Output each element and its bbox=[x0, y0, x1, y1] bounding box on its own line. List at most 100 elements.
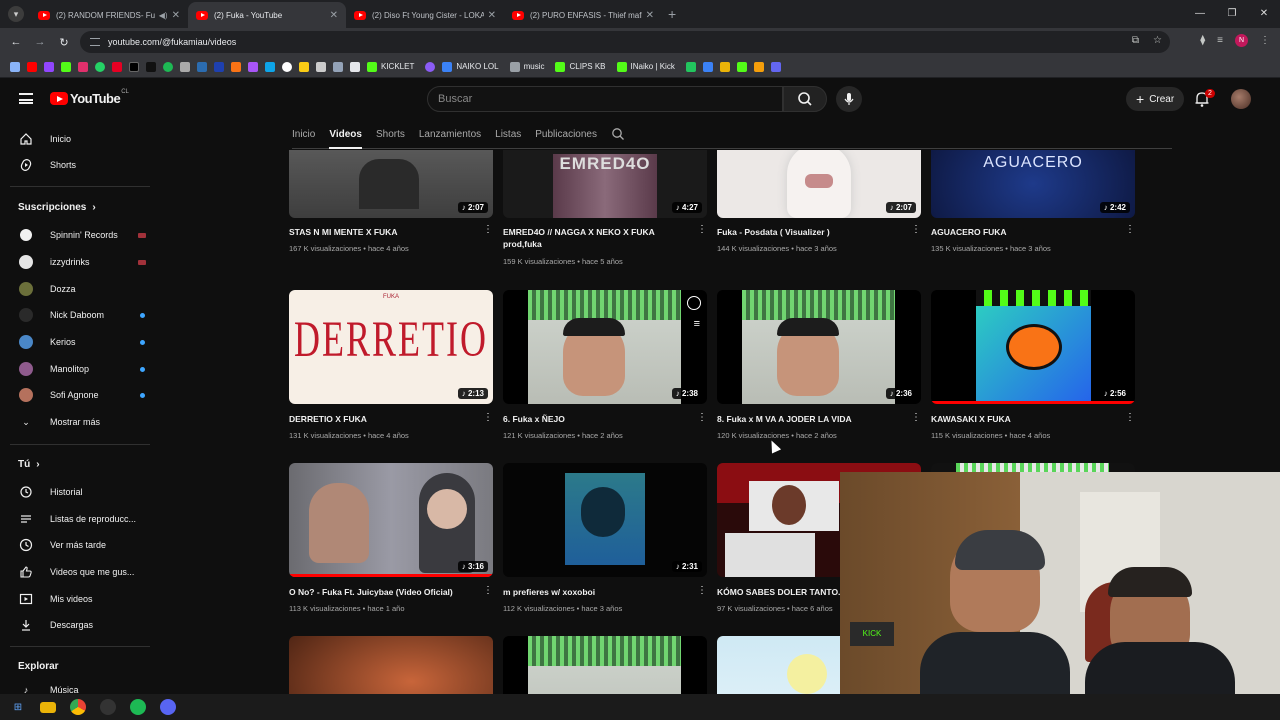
sidebar-item-subscription[interactable]: Kerios bbox=[10, 329, 150, 355]
search-input[interactable]: Buscar bbox=[427, 86, 783, 112]
bookmark-inaiko-kick[interactable]: INaiko | Kick bbox=[616, 61, 675, 72]
video-title[interactable]: STAS N MI MENTE X FUKA bbox=[289, 226, 479, 238]
file-explorer-icon[interactable] bbox=[40, 701, 56, 713]
tab-lanzamientos[interactable]: Lanzamientos bbox=[419, 129, 481, 140]
search-button[interactable] bbox=[783, 86, 827, 112]
video-card[interactable]: ♪ 2:36 bbox=[717, 290, 921, 404]
watch-later-icon[interactable] bbox=[687, 296, 701, 310]
more-actions-icon[interactable]: ⋮ bbox=[483, 586, 493, 596]
more-actions-icon[interactable]: ⋮ bbox=[911, 413, 921, 423]
video-title[interactable]: 8. Fuka x M VA A JODER LA VIDA bbox=[717, 413, 907, 425]
bookmark-icon[interactable] bbox=[248, 61, 258, 72]
video-thumbnail[interactable] bbox=[289, 636, 493, 694]
bookmark-icon[interactable] bbox=[350, 61, 360, 72]
discord-taskbar-icon[interactable] bbox=[160, 699, 176, 715]
menu-icon[interactable] bbox=[19, 93, 33, 104]
more-actions-icon[interactable]: ⋮ bbox=[697, 413, 707, 423]
you-heading[interactable]: Tú › bbox=[18, 459, 40, 470]
video-card[interactable]: FUKA DERRETIO ♪ 2:13 bbox=[289, 290, 493, 404]
video-card[interactable]: EMRED4O ♪ 4:27 bbox=[503, 150, 707, 218]
video-card[interactable] bbox=[289, 636, 493, 694]
more-actions-icon[interactable]: ⋮ bbox=[483, 413, 493, 423]
twitch-bookmark-icon[interactable] bbox=[44, 61, 54, 72]
bookmark-icon[interactable] bbox=[197, 61, 207, 72]
video-card[interactable]: ♪ 2:07 bbox=[717, 150, 921, 218]
bookmark-icon[interactable] bbox=[265, 61, 275, 72]
more-actions-icon[interactable]: ⋮ bbox=[697, 225, 707, 235]
video-title[interactable]: 6. Fuka x ÑEJO bbox=[503, 413, 693, 425]
more-actions-icon[interactable]: ⋮ bbox=[1125, 413, 1135, 423]
bookmark-icon[interactable] bbox=[753, 61, 764, 72]
bookmark-icon[interactable] bbox=[685, 61, 696, 72]
x-bookmark-icon[interactable] bbox=[129, 61, 139, 72]
video-thumbnail[interactable]: FUKA DERRETIO ♪ 2:13 bbox=[289, 290, 493, 404]
video-thumbnail[interactable]: ♪ 2:56 bbox=[931, 290, 1135, 404]
video-title[interactable]: O No? - Fuka Ft. Juicybae (Video Oficial… bbox=[289, 586, 479, 598]
video-card[interactable]: ♪ 3:16 bbox=[289, 463, 493, 577]
bookmark-clips-kb[interactable]: CLIPS KB bbox=[555, 61, 606, 72]
instagram-bookmark-icon[interactable] bbox=[78, 61, 88, 72]
pin-bookmark-icon[interactable] bbox=[112, 61, 122, 72]
bookmark-icon[interactable] bbox=[299, 61, 309, 72]
sidebar-item-subscription[interactable]: Spinnin' Records bbox=[10, 222, 150, 248]
video-thumbnail[interactable]: ♪ 2:31 bbox=[503, 463, 707, 577]
bookmark-icon[interactable] bbox=[316, 61, 326, 72]
bookmark-icon[interactable] bbox=[333, 61, 343, 72]
sidebar-item-watch-later[interactable]: Ver más tarde bbox=[10, 532, 150, 558]
video-title[interactable]: AGUACERO FUKA bbox=[931, 226, 1121, 238]
video-title[interactable]: EMRED4O // NAGGA X NEKO X FUKA prod,fuka bbox=[503, 226, 693, 250]
close-tab-icon[interactable]: ✕ bbox=[488, 10, 496, 21]
tab-videos[interactable]: Videos bbox=[329, 129, 362, 149]
tab-listas[interactable]: Listas bbox=[495, 129, 521, 140]
reload-icon[interactable]: ↻ bbox=[52, 36, 76, 49]
video-title[interactable]: Fuka - Posdata ( Visualizer ) bbox=[717, 226, 907, 238]
video-title[interactable]: DERRETIO X FUKA bbox=[289, 413, 479, 425]
minimize-icon[interactable]: — bbox=[1184, 0, 1216, 28]
speaker-icon[interactable]: ◀) bbox=[159, 11, 168, 20]
address-bar[interactable]: youtube.com/@fukamiau/videos ⧉ ☆ bbox=[80, 31, 1170, 53]
video-card[interactable]: ♪ 2:07 bbox=[289, 150, 493, 218]
sidebar-item-subscription[interactable]: Manolitop bbox=[10, 356, 150, 382]
video-card[interactable]: AGUACERO ♪ 2:42 bbox=[931, 150, 1135, 218]
more-actions-icon[interactable]: ⋮ bbox=[697, 586, 707, 596]
chrome-menu-icon[interactable]: ⋮ bbox=[1260, 35, 1270, 46]
tab-search-button[interactable]: ▾ bbox=[8, 6, 24, 22]
bookmark-naiko-lol[interactable]: NAIKO LOL bbox=[442, 61, 499, 72]
sidebar-item-downloads[interactable]: Descargas bbox=[10, 612, 150, 638]
bookmark-icon[interactable] bbox=[180, 61, 190, 72]
sidebar-item-inicio[interactable]: Inicio bbox=[10, 126, 150, 152]
kick-bookmark-icon[interactable] bbox=[61, 61, 71, 72]
more-actions-icon[interactable]: ⋮ bbox=[1125, 225, 1135, 235]
tab-publicaciones[interactable]: Publicaciones bbox=[535, 129, 597, 140]
bookmark-icon[interactable] bbox=[425, 61, 436, 72]
add-to-queue-icon[interactable]: ≡ bbox=[694, 318, 700, 330]
video-thumbnail[interactable]: ♪ 2:07 bbox=[717, 150, 921, 218]
video-card[interactable]: ≡ ♪ 2:38 bbox=[503, 290, 707, 404]
sidebar-item-playlists[interactable]: Listas de reproducc... bbox=[10, 506, 150, 532]
video-thumbnail[interactable]: AGUACERO ♪ 2:42 bbox=[931, 150, 1135, 218]
browser-tab[interactable]: (2) Diso Ft Young Cister - LOKA ✕ bbox=[346, 2, 504, 28]
profile-avatar[interactable]: N bbox=[1235, 34, 1248, 47]
youtube-logo[interactable]: YouTube CL bbox=[50, 89, 129, 106]
youtube-bookmark-icon[interactable] bbox=[27, 61, 37, 72]
close-window-icon[interactable]: ✕ bbox=[1248, 0, 1280, 28]
video-title[interactable]: m prefieres w/ xoxoboi bbox=[503, 586, 693, 598]
browser-tab-active[interactable]: (2) Fuka - YouTube ✕ bbox=[188, 2, 346, 28]
account-avatar[interactable] bbox=[1231, 89, 1251, 109]
sidebar-item-subscription[interactable]: Sofi Agnone bbox=[10, 382, 150, 408]
apps-grid-icon[interactable] bbox=[10, 61, 20, 72]
more-actions-icon[interactable]: ⋮ bbox=[483, 225, 493, 235]
whatsapp-bookmark-icon[interactable] bbox=[95, 61, 105, 72]
spotify-bookmark-icon[interactable] bbox=[163, 61, 173, 72]
bookmark-icon[interactable] bbox=[702, 61, 713, 72]
windows-start-icon[interactable]: ⊞ bbox=[10, 699, 26, 715]
video-title[interactable]: KAWASAKI X FUKA bbox=[931, 413, 1121, 425]
back-icon[interactable]: ← bbox=[4, 36, 28, 48]
bookmark-icon[interactable] bbox=[719, 61, 730, 72]
video-thumbnail[interactable]: ♪ 2:36 bbox=[717, 290, 921, 404]
bookmark-icon[interactable] bbox=[214, 61, 224, 72]
tiktok-bookmark-icon[interactable] bbox=[146, 61, 156, 72]
sidebar-item-subscription[interactable]: izzydrinks bbox=[10, 249, 150, 275]
video-thumbnail[interactable]: ♪ 2:07 bbox=[289, 150, 493, 218]
sidebar-item-liked-videos[interactable]: Videos que me gus... bbox=[10, 559, 150, 585]
